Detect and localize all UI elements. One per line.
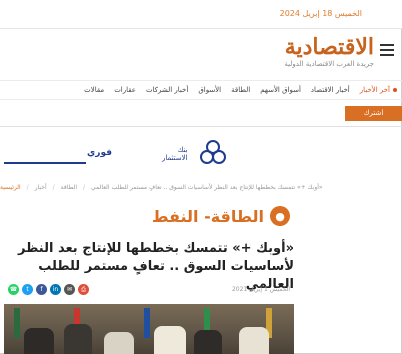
linkedin-icon[interactable]: in: [50, 284, 61, 295]
breadcrumb-energy[interactable]: الطاقة: [61, 184, 77, 191]
person-figure: [104, 332, 134, 354]
nav-item-stocks[interactable]: أسواق الأسهم: [255, 86, 306, 94]
nav-item-articles[interactable]: مقالات: [79, 86, 109, 94]
site-logo[interactable]: الاقتصادية جريدة العرب الاقتصادية الدولي…: [284, 34, 374, 69]
person-figure: [24, 328, 54, 354]
breadcrumb-home[interactable]: الرئيسية: [0, 184, 21, 191]
breadcrumb: الرئيسية / أخبار / الطاقة / «أوبك +» تتم…: [0, 183, 323, 191]
logo-name: الاقتصادية: [284, 34, 374, 60]
person-figure: [239, 327, 269, 354]
section-title[interactable]: الطاقة- النفط: [152, 207, 264, 226]
nav-item-economy[interactable]: أخبار الاقتصاد: [306, 86, 355, 94]
nav-item-companies[interactable]: أخبار الشركات: [141, 86, 193, 94]
breadcrumb-current: «أوبك +» تتمسك بخططها للإنتاج بعد النظر …: [91, 183, 323, 191]
bank-logo-ring-icon: [212, 150, 226, 164]
top-bar: الخميس 18 إبريل 2024: [0, 0, 402, 29]
nav-item-realestate[interactable]: عقارات: [109, 86, 141, 94]
article-date: الخميس 1 إبريل 2021: [231, 286, 290, 293]
whatsapp-icon[interactable]: ☎: [8, 284, 19, 295]
flag-decor: [14, 308, 20, 338]
ad-banner-left[interactable]: فوري: [4, 148, 116, 170]
section-heading: ● الطاقة- النفط: [152, 206, 290, 226]
brand-row: الاقتصادية جريدة العرب الاقتصادية الدولي…: [0, 32, 402, 74]
print-icon[interactable]: ⎙: [78, 284, 89, 295]
share-bar: ☎ t f in ✉ ⎙: [8, 284, 89, 295]
facebook-icon[interactable]: f: [36, 284, 47, 295]
header-divider: [0, 126, 402, 127]
article-photo: [4, 304, 294, 354]
person-figure: [64, 324, 92, 354]
section-bubble-icon: ●: [270, 206, 290, 226]
ad-banner-bank[interactable]: بنك الاستثمار: [162, 140, 232, 166]
nav-item-energy[interactable]: الطاقة: [226, 86, 255, 94]
person-figure: [194, 330, 222, 354]
subscribe-button[interactable]: اشترك: [345, 106, 402, 121]
ad-left-text: فوري: [87, 148, 112, 158]
breadcrumb-news[interactable]: أخبار: [35, 184, 47, 191]
hamburger-menu-icon[interactable]: [380, 44, 394, 56]
current-date: الخميس 18 إبريل 2024: [279, 9, 362, 18]
live-dot-icon: [393, 88, 397, 92]
logo-tagline: جريدة العرب الاقتصادية الدولية: [284, 60, 374, 68]
main-nav: آخر الأخبار أخبار الاقتصاد أسواق الأسهم …: [0, 80, 402, 100]
flag-decor: [144, 308, 150, 338]
ad-left-underline: [4, 162, 86, 164]
nav-item-markets[interactable]: الأسواق: [193, 86, 226, 94]
ad-bank-text: بنك الاستثمار: [162, 146, 188, 162]
twitter-icon[interactable]: t: [22, 284, 33, 295]
person-figure: [154, 326, 186, 354]
nav-item-latest[interactable]: آخر الأخبار: [355, 86, 402, 94]
email-icon[interactable]: ✉: [64, 284, 75, 295]
